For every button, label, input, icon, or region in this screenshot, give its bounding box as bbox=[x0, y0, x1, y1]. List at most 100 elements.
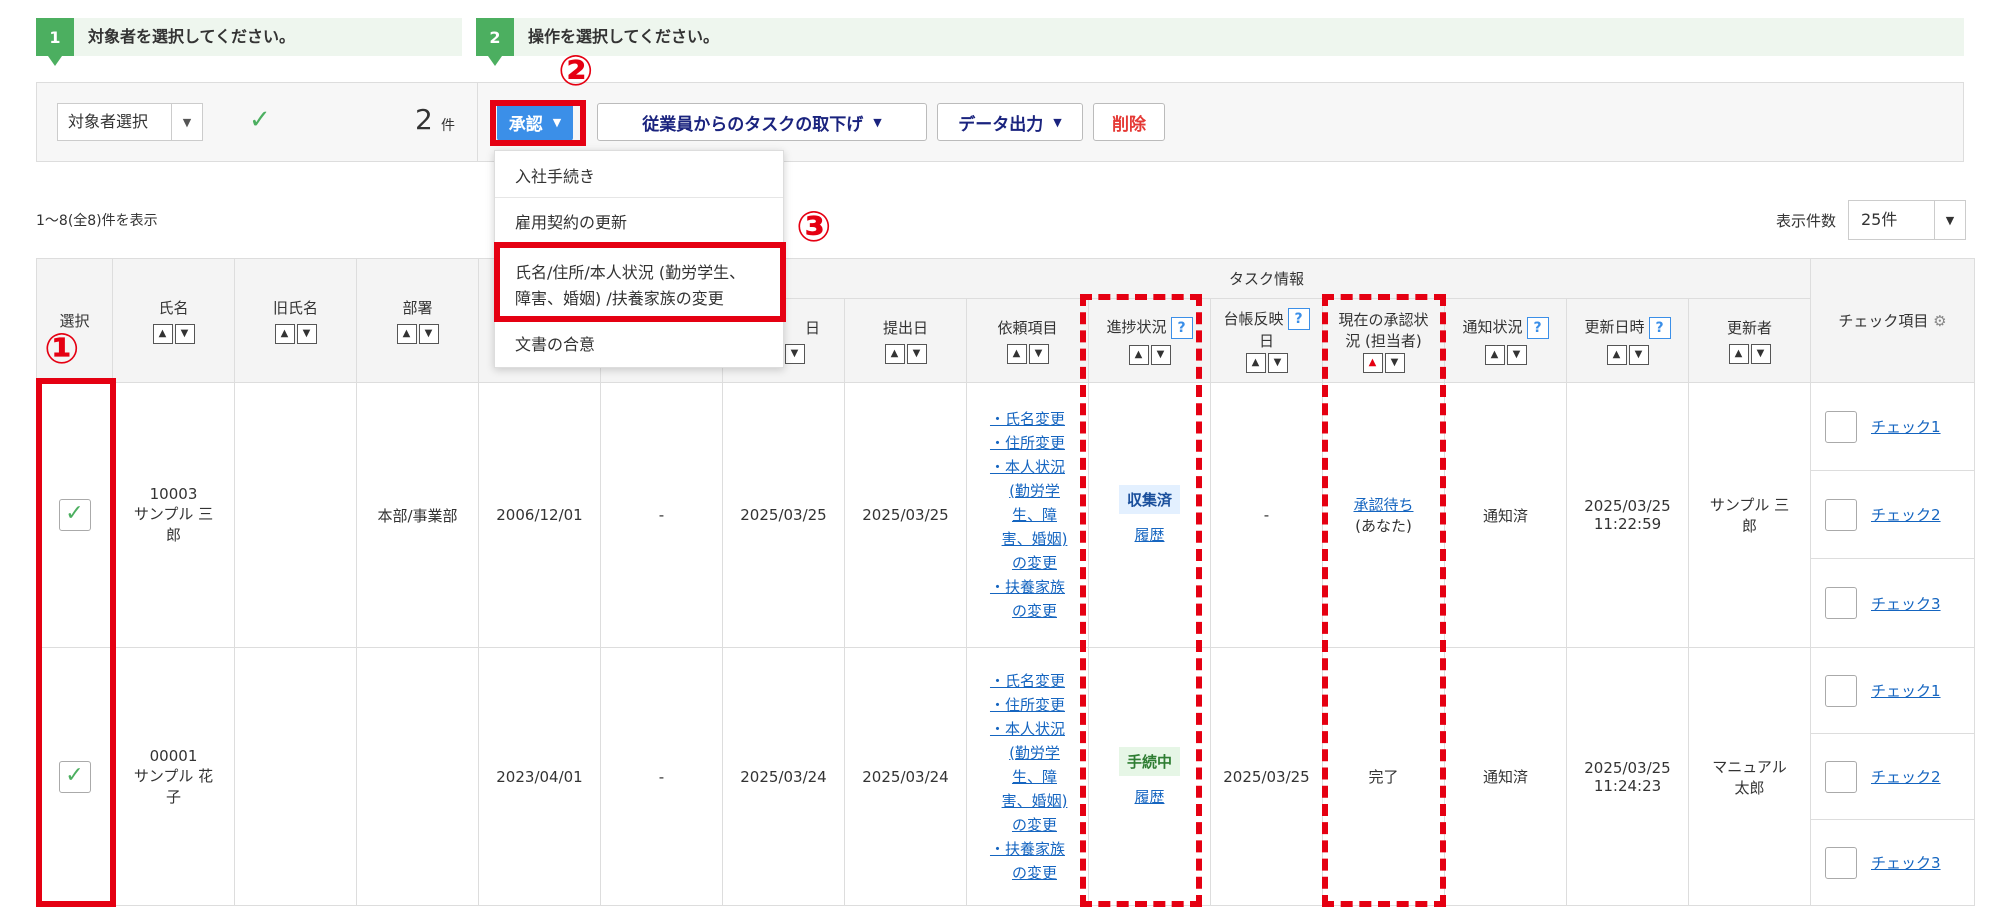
employee-name-2: 郎 bbox=[165, 526, 181, 544]
request-item[interactable]: 害、婚姻) bbox=[967, 789, 1088, 813]
sort-asc-icon[interactable]: ▲ bbox=[1606, 344, 1627, 365]
request-item[interactable]: の変更 bbox=[967, 861, 1088, 885]
date2-cell: - bbox=[600, 647, 723, 906]
sort-desc-icon[interactable]: ▼ bbox=[1628, 344, 1649, 365]
request-items-cell: ・氏名変更 ・住所変更 ・本人状況 (勤労学 生、障 害、婚姻) の変更 ・扶養… bbox=[966, 647, 1089, 906]
check-item-link[interactable]: チェック3 bbox=[1871, 593, 1941, 614]
sort-desc-icon[interactable]: ▼ bbox=[1506, 344, 1527, 365]
sort-desc-icon[interactable]: ▼ bbox=[1267, 353, 1288, 374]
check-item-link[interactable]: チェック1 bbox=[1871, 416, 1941, 437]
task-table: 選択 氏名 ▲▼ 旧氏名 ▲▼ 部署 ▲▼ タスク情報 チェック項目 ⚙ bbox=[36, 258, 1975, 906]
sort-controls: ▲▼ bbox=[1006, 344, 1049, 364]
request-item[interactable]: 害、婚姻) bbox=[967, 527, 1088, 551]
updated-date: 2025/03/25 bbox=[1584, 758, 1671, 777]
request-item[interactable]: ・本人状況 bbox=[967, 717, 1088, 741]
employee-name-1: サンプル 三 bbox=[133, 505, 214, 523]
request-item[interactable]: の変更 bbox=[967, 599, 1088, 623]
ledger-cell: - bbox=[1210, 382, 1323, 648]
sort-controls: ▲▼ bbox=[396, 324, 439, 344]
updater-cell: サンプル 三 郎 bbox=[1688, 382, 1811, 648]
sort-asc-icon[interactable]: ▲ bbox=[152, 324, 173, 344]
sort-asc-icon[interactable]: ▲ bbox=[1245, 353, 1266, 374]
name-cell: 10003 サンプル 三 郎 bbox=[112, 382, 235, 648]
request-item[interactable]: の変更 bbox=[967, 813, 1088, 837]
submitted-cell: 2025/03/25 bbox=[844, 382, 967, 648]
sort-asc-icon[interactable]: ▲ bbox=[1006, 344, 1027, 364]
table-row: ✓ 10003 サンプル 三 郎 本部/事業部 2006/12/01 - 202… bbox=[36, 382, 1975, 648]
check-item-link[interactable]: チェック2 bbox=[1871, 504, 1941, 525]
request-item[interactable]: ・住所変更 bbox=[967, 693, 1088, 717]
header-request-items-label: 依頼項目 bbox=[997, 319, 1058, 337]
help-icon[interactable]: ? bbox=[1526, 316, 1549, 339]
sort-desc-icon[interactable]: ▼ bbox=[1750, 344, 1771, 364]
header-updater-label: 更新者 bbox=[1726, 319, 1772, 337]
check-item-checkbox[interactable] bbox=[1825, 846, 1857, 879]
help-icon[interactable]: ? bbox=[1287, 308, 1310, 331]
check-item-checkbox[interactable] bbox=[1825, 498, 1857, 531]
sort-asc-icon[interactable]: ▲ bbox=[396, 324, 417, 344]
step-1-number: 1 bbox=[36, 18, 74, 66]
date3-cell: 2025/03/24 bbox=[722, 647, 845, 906]
header-ledger-label-2: 日 bbox=[1258, 332, 1274, 351]
gear-icon[interactable]: ⚙ bbox=[1933, 312, 1946, 330]
withdraw-task-label: 従業員からのタスクの取下げ bbox=[642, 114, 864, 135]
sort-asc-icon[interactable]: ▲ bbox=[274, 324, 295, 344]
employee-number: 00001 bbox=[149, 746, 198, 765]
check-item-link[interactable]: チェック1 bbox=[1871, 680, 1941, 701]
request-item[interactable]: ・住所変更 bbox=[967, 431, 1088, 455]
updater-name-1: サンプル 三 bbox=[1709, 496, 1790, 514]
sort-desc-icon[interactable]: ▼ bbox=[296, 324, 317, 344]
header-dept-label: 部署 bbox=[402, 299, 433, 317]
sort-controls: ▲▼ bbox=[1484, 344, 1527, 365]
request-item[interactable]: 生、障 bbox=[967, 503, 1088, 527]
request-item[interactable]: ・氏名変更 bbox=[967, 407, 1088, 431]
highlight-progress-column bbox=[1080, 294, 1202, 907]
check-item-checkbox[interactable] bbox=[1825, 410, 1857, 443]
check-item-checkbox[interactable] bbox=[1825, 587, 1857, 619]
request-item[interactable]: ・本人状況 bbox=[967, 455, 1088, 479]
per-page-select[interactable]: 25件 ▼ bbox=[1848, 200, 1966, 240]
header-name-label: 氏名 bbox=[158, 299, 189, 317]
header-notify: 通知状況? ▲ ▼ bbox=[1444, 298, 1567, 383]
step-2-label: 操作を選択してください。 bbox=[528, 27, 720, 46]
request-item[interactable]: の変更 bbox=[967, 551, 1088, 575]
sort-asc-icon[interactable]: ▲ bbox=[1728, 344, 1749, 364]
check-item-link[interactable]: チェック2 bbox=[1871, 766, 1941, 787]
sort-desc-icon[interactable]: ▼ bbox=[174, 324, 195, 344]
request-item[interactable]: ・扶養家族 bbox=[967, 575, 1088, 599]
menu-item-document-agreement[interactable]: 文書の合意 bbox=[495, 331, 783, 355]
old-name-cell bbox=[234, 647, 357, 906]
request-item[interactable]: ・扶養家族 bbox=[967, 837, 1088, 861]
notify-cell: 通知済 bbox=[1444, 647, 1567, 906]
sort-asc-icon[interactable]: ▲ bbox=[1484, 344, 1505, 365]
caret-down-icon: ▼ bbox=[171, 104, 202, 140]
delete-button[interactable]: 削除 bbox=[1093, 103, 1165, 141]
check-item-checkbox[interactable] bbox=[1825, 760, 1857, 793]
data-export-button[interactable]: データ出力 ▼ bbox=[937, 103, 1083, 141]
sort-desc-icon[interactable]: ▼ bbox=[418, 324, 439, 344]
check-item-checkbox[interactable] bbox=[1825, 674, 1857, 707]
request-item[interactable]: ・氏名変更 bbox=[967, 669, 1088, 693]
request-item[interactable]: 生、障 bbox=[967, 765, 1088, 789]
help-icon[interactable]: ? bbox=[1648, 316, 1671, 339]
target-select-dropdown[interactable]: 対象者選択 ▼ bbox=[57, 103, 203, 141]
request-item[interactable]: (勤労学 bbox=[967, 741, 1088, 765]
menu-item-onboarding[interactable]: 入社手続き bbox=[495, 163, 783, 187]
caret-down-icon: ▼ bbox=[873, 115, 882, 129]
sort-asc-icon[interactable]: ▲ bbox=[884, 344, 905, 364]
header-ledger-label-1: 台帳反映 bbox=[1223, 309, 1284, 328]
highlight-approve-button bbox=[490, 100, 586, 146]
date1-cell: 2023/04/01 bbox=[478, 647, 601, 906]
request-item[interactable]: (勤労学 bbox=[967, 479, 1088, 503]
sort-desc-icon[interactable]: ▼ bbox=[906, 344, 927, 364]
header-dept: 部署 ▲ ▼ bbox=[356, 258, 479, 383]
updated-time: 11:24:23 bbox=[1593, 776, 1662, 795]
updated-cell: 2025/03/25 11:22:59 bbox=[1566, 382, 1689, 648]
withdraw-task-button[interactable]: 従業員からのタスクの取下げ ▼ bbox=[597, 103, 927, 141]
header-request-items: 依頼項目 ▲ ▼ bbox=[966, 298, 1089, 383]
sort-desc-icon[interactable]: ▼ bbox=[784, 344, 805, 364]
sort-desc-icon[interactable]: ▼ bbox=[1028, 344, 1049, 364]
check-item-link[interactable]: チェック3 bbox=[1871, 852, 1941, 873]
menu-item-contract-renewal[interactable]: 雇用契約の更新 bbox=[495, 209, 783, 233]
header-updater: 更新者 ▲ ▼ bbox=[1688, 298, 1811, 383]
